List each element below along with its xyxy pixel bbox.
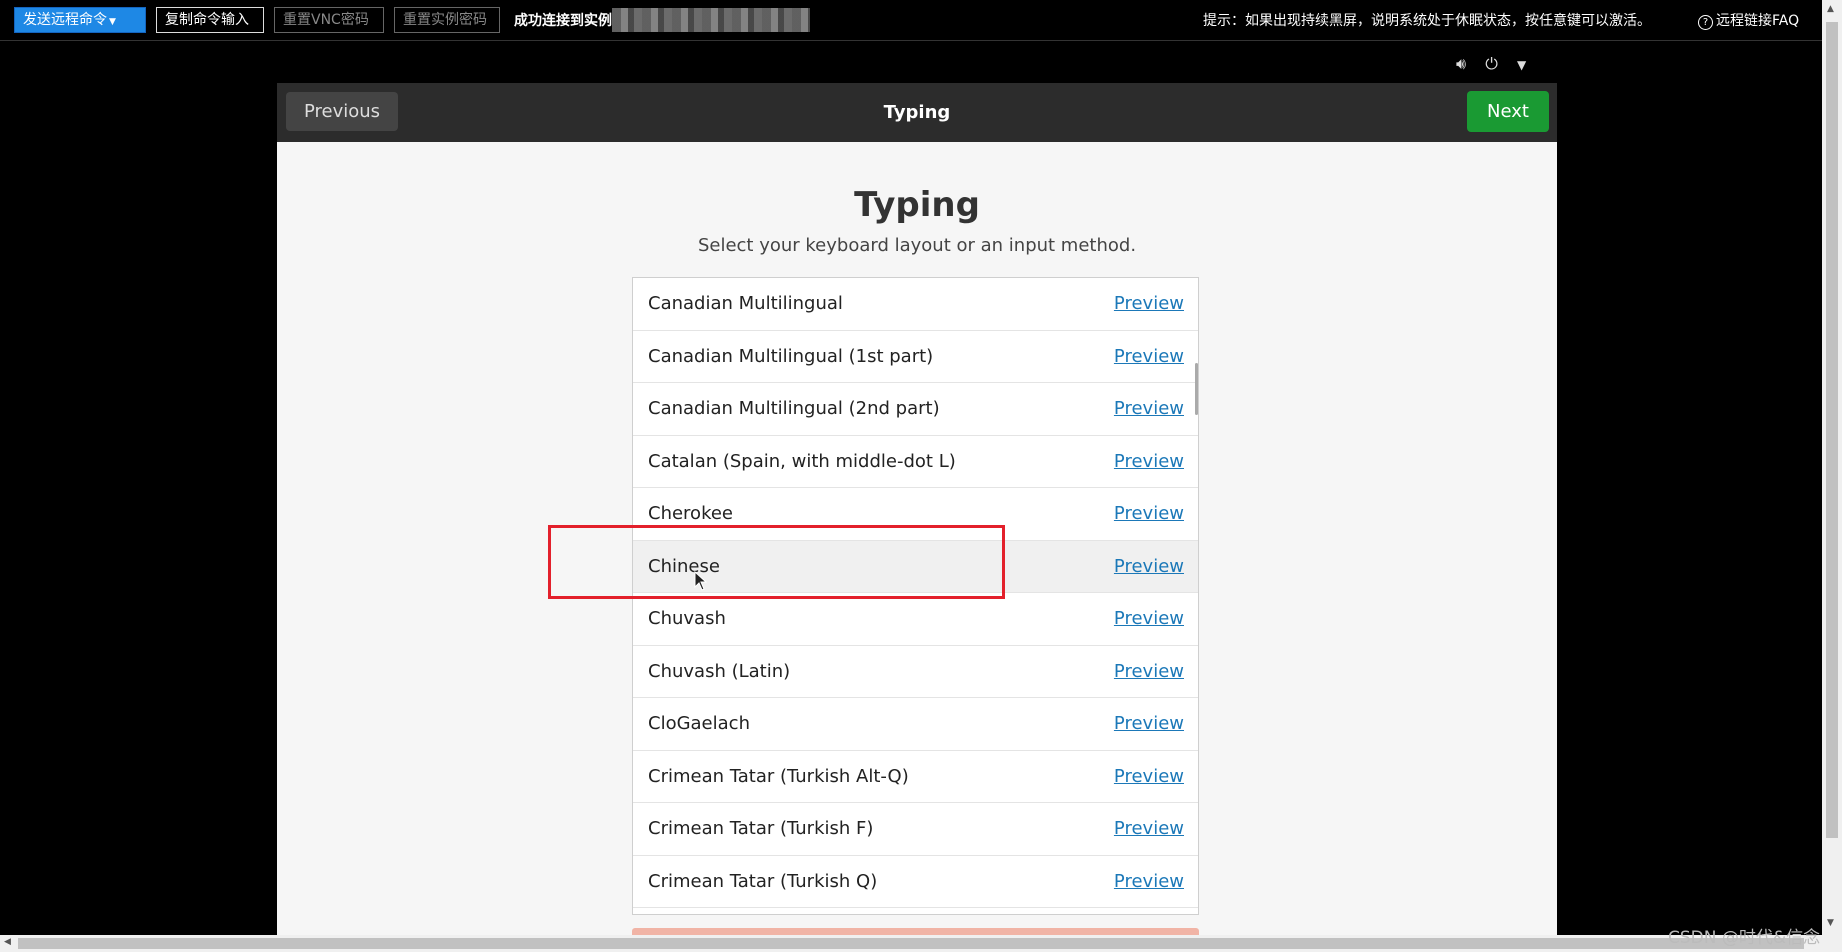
- next-button[interactable]: Next: [1467, 91, 1549, 132]
- header-bar: Typing Previous Next: [277, 83, 1557, 142]
- preview-link[interactable]: Preview: [1114, 593, 1184, 644]
- list-item[interactable]: Crimean Tatar (Turkish F) Preview: [633, 803, 1198, 856]
- preview-link[interactable]: Preview: [1114, 646, 1184, 697]
- list-item[interactable]: Canadian Multilingual (2nd part) Preview: [633, 383, 1198, 436]
- send-remote-command-label: 发送远程命令: [23, 12, 107, 28]
- preview-link[interactable]: Preview: [1114, 278, 1184, 329]
- layout-name: Canadian Multilingual (1st part): [648, 345, 934, 367]
- scroll-left-icon[interactable]: ◀: [4, 937, 11, 947]
- preview-link[interactable]: Preview: [1114, 751, 1184, 802]
- list-item[interactable]: CloGaelach Preview: [633, 698, 1198, 751]
- layout-name: CloGaelach: [648, 713, 750, 734]
- bottom-hint-strip: [632, 928, 1199, 935]
- layout-name: Crimean Tatar (Turkish Q): [648, 870, 878, 892]
- page-subtitle: Select your keyboard layout or an input …: [697, 235, 1137, 256]
- installer-window: Typing Previous Next Typing Select your …: [277, 83, 1557, 935]
- list-item[interactable]: Chuvash Preview: [633, 593, 1198, 646]
- layout-name: Canadian Multilingual (2nd part): [648, 398, 940, 419]
- question-icon: ?: [1698, 15, 1713, 30]
- connection-status: 成功连接到实例: [514, 13, 612, 29]
- preview-link[interactable]: Preview: [1114, 331, 1184, 382]
- power-icon[interactable]: ⏻: [1485, 54, 1498, 73]
- layout-name: Canadian Multilingual: [648, 293, 843, 314]
- speaker-icon[interactable]: 🔊︎: [1456, 54, 1466, 73]
- list-item[interactable]: Chuvash (Latin) Preview: [633, 646, 1198, 698]
- caret-down-icon: ▼: [109, 17, 116, 27]
- page-vertical-scrollbar[interactable]: ▲ ▼: [1822, 0, 1842, 935]
- preview-link[interactable]: Preview: [1114, 383, 1184, 434]
- preview-link[interactable]: Preview: [1114, 698, 1184, 749]
- preview-link[interactable]: Preview: [1114, 541, 1184, 592]
- previous-button[interactable]: Previous: [286, 92, 398, 131]
- reset-vnc-password-button[interactable]: 重置VNC密码: [274, 7, 384, 33]
- preview-link[interactable]: Preview: [1114, 803, 1184, 854]
- list-item[interactable]: Catalan (Spain, with middle-dot L) Previe…: [633, 436, 1198, 488]
- preview-link[interactable]: Preview: [1114, 488, 1184, 539]
- black-screen-hint: 提示：如果出现持续黑屏，说明系统处于休眠状态，按任意键可以激活。: [1203, 13, 1651, 29]
- remote-link-faq-link[interactable]: ? 远程链接FAQ: [1698, 10, 1799, 30]
- scroll-up-icon[interactable]: ▲: [1827, 4, 1834, 14]
- vnc-toolbar: 发送远程命令 ▼ 复制命令输入 重置VNC密码 重置实例密码 成功连接到实例 提示…: [0, 0, 1822, 41]
- list-item[interactable]: Canadian Multilingual Preview: [633, 278, 1198, 331]
- page-horizontal-scrollbar[interactable]: ◀: [0, 935, 1842, 952]
- copy-command-input-button[interactable]: 复制命令输入: [156, 7, 264, 33]
- system-tray: 🔊︎ ⏻ ▼: [1456, 54, 1540, 74]
- layout-name: Crimean Tatar (Turkish F): [648, 818, 874, 839]
- list-item[interactable]: Canadian Multilingual (1st part) Preview: [633, 331, 1198, 383]
- redacted-instance-id: [612, 8, 810, 32]
- scrollbar-thumb[interactable]: [1826, 22, 1838, 838]
- send-remote-command-button[interactable]: 发送远程命令 ▼: [14, 7, 146, 33]
- layout-name: Chuvash (Latin): [648, 660, 791, 682]
- layout-name: Catalan (Spain, with middle-dot L): [648, 450, 956, 472]
- header-title: Typing: [883, 102, 951, 123]
- faq-label: 远程链接FAQ: [1716, 13, 1800, 29]
- scrollbar-thumb[interactable]: [18, 938, 1804, 949]
- page-title: Typing: [854, 185, 980, 225]
- dropdown-arrow-icon[interactable]: ▼: [1517, 58, 1526, 72]
- list-item[interactable]: Crimean Tatar (Turkish Q) Preview: [633, 856, 1198, 908]
- preview-link[interactable]: Preview: [1114, 436, 1184, 487]
- list-item[interactable]: Crimean Tatar (Turkish Alt-Q) Preview: [633, 751, 1198, 803]
- highlight-annotation-box: [548, 525, 1005, 599]
- scroll-down-icon[interactable]: ▼: [1827, 918, 1834, 928]
- layout-name: Chuvash: [648, 608, 726, 629]
- watermark: CSDN @时代&信念: [1668, 928, 1821, 948]
- preview-link[interactable]: Preview: [1114, 856, 1184, 907]
- reset-instance-password-button[interactable]: 重置实例密码: [394, 7, 500, 33]
- list-scrollbar[interactable]: [1195, 363, 1198, 415]
- layout-name: Crimean Tatar (Turkish Alt-Q): [648, 765, 909, 787]
